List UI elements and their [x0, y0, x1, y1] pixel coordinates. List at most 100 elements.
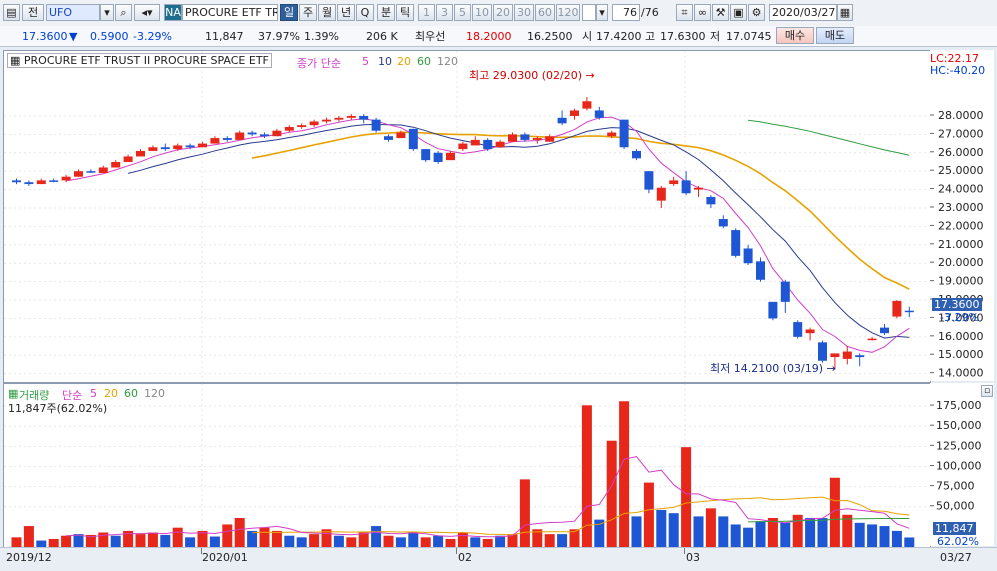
chart-window: ▤ 전 UFO ▾ ⌕ ◂▾ NA PROCURE ETF TRUS 일 주 월…	[0, 0, 997, 571]
volume-ma-20: 20	[104, 387, 118, 400]
x-tick	[201, 548, 202, 554]
search-icon[interactable]: ⌕	[115, 4, 132, 21]
low-annotation: 최저 14.2100 (03/19) →	[710, 362, 836, 375]
x-axis: 2019/12 2020/01 02 03 03/27	[0, 547, 997, 571]
price-chart[interactable]	[4, 51, 930, 382]
candle-body	[619, 119, 629, 148]
count-total: /76	[641, 6, 659, 19]
tab-year[interactable]: 년	[337, 4, 355, 21]
tool-icon[interactable]: ⚒	[712, 4, 729, 21]
candle-body	[74, 171, 83, 177]
x-label-mar: 03	[686, 551, 700, 564]
date-input[interactable]: 2020/03/27	[769, 4, 837, 21]
interval-120[interactable]: 120	[556, 4, 580, 21]
volume-bar	[619, 401, 630, 547]
speaker-icon[interactable]: ◂▾	[134, 4, 160, 21]
tab-quarter[interactable]: Q	[356, 4, 374, 21]
tab-tick[interactable]: 틱	[396, 4, 414, 21]
price-tick-label: 27.0000	[938, 127, 984, 140]
symbol-dropdown-icon[interactable]: ▾	[100, 4, 114, 21]
volume-bar	[371, 526, 382, 547]
candle-body	[136, 150, 145, 157]
volume-bar	[23, 526, 34, 547]
hc-label: HC:-40.20	[930, 64, 986, 77]
price-tick-label: 22.0000	[938, 219, 984, 232]
candle-body	[235, 132, 245, 140]
interval-5[interactable]: 5	[454, 4, 471, 21]
last-pct-label: -3.29%	[940, 311, 979, 324]
volume-bar	[433, 535, 444, 547]
interval-20[interactable]: 20	[493, 4, 513, 21]
volume-tick-label: 75,000	[936, 480, 975, 493]
tab-week[interactable]: 주	[299, 4, 317, 21]
volume-chart[interactable]	[4, 384, 930, 547]
interval-dropdown-icon[interactable]: ▾	[596, 4, 608, 21]
ma10-line	[127, 123, 910, 339]
sell-button[interactable]: 매도	[816, 27, 854, 44]
candle-body	[297, 125, 307, 128]
tab-day[interactable]: 일	[280, 4, 298, 21]
calendar-icon[interactable]: ▦	[837, 4, 853, 21]
ma-legend-head: 종가 단순	[297, 57, 341, 70]
volume-bar	[681, 447, 692, 547]
price-axis: 14.000015.000016.000017.000018.000019.00…	[930, 50, 994, 381]
volume-bar	[631, 516, 642, 547]
count-input[interactable]: 76	[612, 4, 640, 21]
volume-bar	[395, 537, 406, 547]
gear-icon[interactable]: ⚙	[748, 4, 765, 21]
interval-30[interactable]: 30	[514, 4, 534, 21]
candle-body	[396, 132, 406, 139]
candle-body	[904, 310, 914, 313]
candle-body	[359, 115, 369, 120]
candle-body	[36, 180, 46, 185]
price-tick-label: 15.0000	[938, 348, 984, 361]
quote-turnover: 206 K	[366, 30, 398, 43]
high-annotation: 최고 29.0300 (02/20) →	[469, 69, 595, 82]
interval-10[interactable]: 10	[472, 4, 492, 21]
interval-1[interactable]: 1	[418, 4, 435, 21]
volume-ma-5: 5	[90, 387, 97, 400]
chart-icon[interactable]: ▤	[3, 4, 20, 21]
symbol-input[interactable]: UFO	[46, 4, 100, 21]
candle-body	[309, 121, 319, 126]
quote-price: 17.3600	[22, 30, 68, 43]
ma-legend-5: 5	[362, 55, 369, 68]
candle-body	[272, 130, 282, 137]
price-tick-label: 25.0000	[938, 164, 984, 177]
volume-bar	[234, 518, 245, 547]
candle-body	[284, 127, 294, 131]
volume-bar	[222, 524, 233, 547]
security-name: PROCURE ETF TRUST II PROCURE SPACE ETF	[23, 54, 269, 67]
quote-bid: 18.2000	[466, 30, 512, 43]
candle-body	[371, 119, 381, 131]
candle-body	[694, 187, 703, 190]
panel-maximize-icon[interactable]: ▫	[981, 385, 993, 397]
price-chart-panel[interactable]	[3, 50, 931, 383]
interval-custom-input[interactable]	[582, 4, 596, 21]
interval-60[interactable]: 60	[535, 4, 555, 21]
candle-body	[520, 134, 530, 140]
tab-minute[interactable]: 분	[377, 4, 395, 21]
link-icon[interactable]: ∞	[694, 4, 711, 21]
buy-button[interactable]: 매수	[776, 27, 814, 44]
volume-chart-panel[interactable]	[3, 383, 931, 548]
volume-bar	[346, 537, 357, 547]
period-button[interactable]: 전	[22, 4, 44, 21]
volume-bar	[904, 537, 915, 547]
last-price-tag: 17.3600	[932, 298, 982, 311]
candle-body	[780, 281, 790, 302]
volume-bar	[705, 508, 716, 547]
interval-3[interactable]: 3	[436, 4, 453, 21]
price-tick-label: 21.0000	[938, 238, 984, 251]
volume-ma-120: 120	[144, 387, 165, 400]
volume-bar	[147, 532, 158, 547]
quote-bid-label: 최우선	[415, 30, 446, 43]
crosshair-icon[interactable]: ⌗	[676, 4, 693, 21]
tab-month[interactable]: 월	[318, 4, 336, 21]
volume-bar	[333, 535, 344, 547]
candle-body	[12, 180, 21, 183]
candle-body	[557, 117, 567, 124]
save-icon[interactable]: ▣	[730, 4, 747, 21]
volume-bar	[482, 538, 493, 547]
quote-high-label: 고	[645, 30, 656, 43]
